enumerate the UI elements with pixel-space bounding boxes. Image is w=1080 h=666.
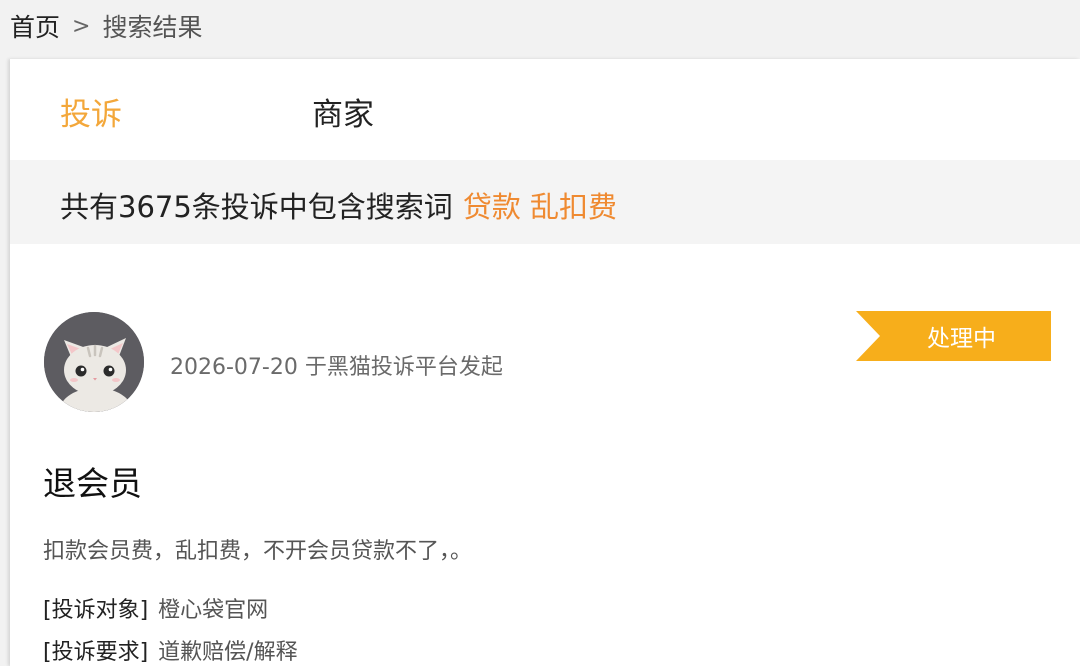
tab-merchants[interactable]: 商家 bbox=[312, 89, 374, 134]
complaint-target-value[interactable]: 橙心袋官网 bbox=[158, 598, 268, 623]
result-summary-bar: 共有3675条投诉中包含搜索词 贷款 乱扣费 bbox=[10, 160, 1080, 244]
search-keywords: 贷款 乱扣费 bbox=[462, 190, 618, 224]
complaint-meta: 2026-07-20 于黑猫投诉平台发起 bbox=[170, 355, 503, 380]
result-summary: 共有3675条投诉中包含搜索词 贷款 乱扣费 bbox=[60, 184, 617, 226]
status-badge: 处理中 bbox=[856, 311, 1051, 361]
cat-avatar-icon bbox=[44, 312, 144, 412]
complaint-target-row: [投诉对象] 橙心袋官网 bbox=[43, 592, 268, 624]
breadcrumb: 首页 > 搜索结果 bbox=[10, 8, 202, 44]
breadcrumb-current: 搜索结果 bbox=[102, 13, 203, 42]
search-results-panel: 投诉 商家 共有3675条投诉中包含搜索词 贷款 乱扣费 2026-07-20 … bbox=[10, 59, 1080, 666]
status-label: 处理中 bbox=[927, 326, 996, 352]
complaint-target-label: [投诉对象] bbox=[43, 598, 149, 623]
breadcrumb-separator: > bbox=[72, 13, 91, 39]
result-count-text: 共有3675条投诉中包含搜索词 bbox=[60, 190, 453, 224]
result-tabs: 投诉 商家 bbox=[10, 59, 1080, 160]
complaint-demand-label: [投诉要求] bbox=[43, 640, 149, 665]
complaint-demand-value: 道歉赔偿/解释 bbox=[158, 640, 298, 665]
complaint-description: 扣款会员费，乱扣费，不开会员贷款不了，。 bbox=[43, 539, 473, 564]
tab-complaints[interactable]: 投诉 bbox=[60, 89, 122, 134]
complaint-title[interactable]: 退会员 bbox=[43, 457, 142, 505]
complaint-demand-row: [投诉要求] 道歉赔偿/解释 bbox=[43, 634, 298, 666]
breadcrumb-home-link[interactable]: 首页 bbox=[10, 8, 60, 44]
